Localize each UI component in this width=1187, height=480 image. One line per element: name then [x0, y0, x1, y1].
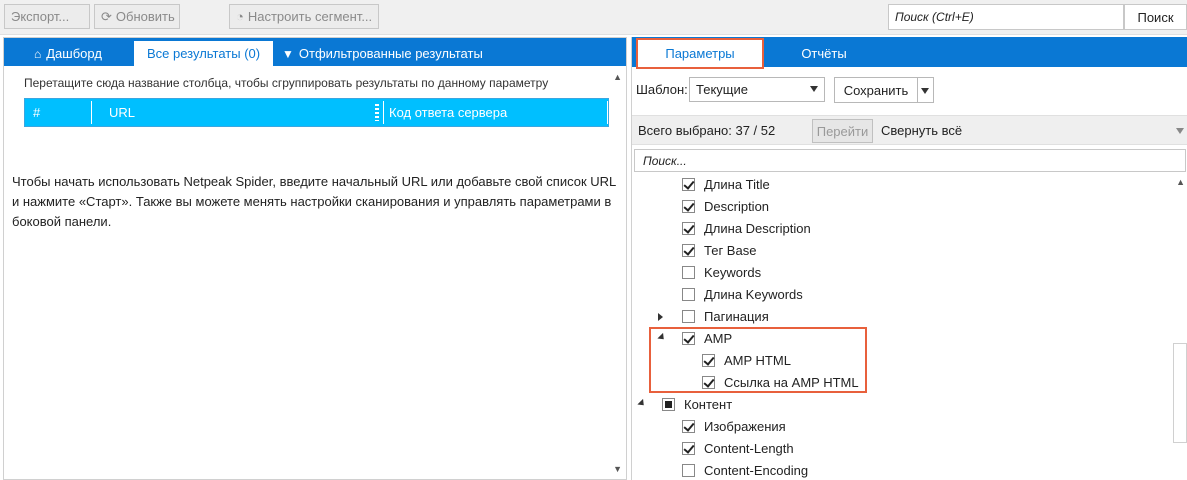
expand-arrow-icon[interactable]: [658, 313, 663, 321]
column-url-label: URL: [109, 105, 136, 120]
chevron-down-icon: [810, 86, 818, 92]
top-toolbar: Экспорт... ⟳ Обновить ◔ Настроить сегмен…: [0, 0, 1187, 35]
goto-label: Перейти: [816, 123, 869, 139]
filter-icon: ▼: [282, 46, 294, 61]
segment-button[interactable]: ◔ Настроить сегмент...: [229, 4, 379, 29]
tab-all-results[interactable]: Все результаты (0): [134, 41, 274, 66]
search-button-label: Поиск: [1137, 9, 1174, 25]
tree-item[interactable]: Длина Keywords: [632, 284, 1172, 306]
column-status-code-label: Код ответа сервера: [389, 105, 508, 120]
side-panel: Параметры Отчёты Шаблон: Текущие Сохрани…: [631, 37, 1187, 480]
search-input[interactable]: Поиск (Ctrl+E): [888, 4, 1124, 30]
home-icon: ⌂: [34, 46, 42, 61]
tree-item-label: Content-Encoding: [704, 463, 809, 478]
column-divider[interactable]: [607, 101, 608, 124]
tab-filtered-results-label: Отфильтрованные результаты: [298, 46, 483, 61]
parameter-checkbox[interactable]: [662, 398, 675, 411]
tab-reports-label: Отчёты: [801, 45, 847, 61]
tree-item[interactable]: Keywords: [632, 262, 1172, 284]
parameter-checkbox[interactable]: [682, 200, 695, 213]
tree-item-label: Keywords: [704, 265, 762, 280]
parameter-search-placeholder: Поиск...: [643, 153, 687, 168]
parameter-search-input[interactable]: Поиск...: [634, 149, 1186, 172]
tab-dashboard-label: Дашборд: [46, 46, 102, 61]
tree-item[interactable]: Изображения: [632, 416, 1172, 438]
template-row: Шаблон: Текущие Сохранить: [632, 77, 1187, 103]
tree-item[interactable]: Content-Length: [632, 438, 1172, 460]
tree-item-label: Пагинация: [704, 309, 769, 324]
table-header: # URL Код ответа сервера: [24, 98, 609, 127]
scroll-up-icon[interactable]: ▲: [613, 72, 622, 82]
tree-item[interactable]: Длина Description: [632, 218, 1172, 240]
filter-dropdown-icon[interactable]: [1176, 128, 1184, 134]
parameter-checkbox[interactable]: [682, 244, 695, 257]
collapse-arrow-icon[interactable]: [637, 398, 647, 409]
search-button[interactable]: Поиск: [1124, 4, 1187, 30]
parameters-tab-highlight: [636, 38, 764, 69]
collapse-all-link[interactable]: Свернуть всё: [881, 123, 962, 138]
search-placeholder: Поиск (Ctrl+E): [895, 10, 974, 24]
tree-item-label: Тег Base: [704, 243, 757, 258]
column-header-url[interactable]: URL: [109, 99, 135, 126]
parameter-checkbox[interactable]: [682, 266, 695, 279]
tab-dashboard[interactable]: ⌂ Дашборд: [34, 41, 102, 66]
tree-item-label: Description: [704, 199, 770, 214]
tree-item-label: Длина Description: [704, 221, 811, 236]
pie-chart-icon: ◔: [236, 9, 244, 24]
export-button[interactable]: Экспорт...: [4, 4, 90, 29]
amp-group-highlight: [649, 327, 867, 393]
tree-item[interactable]: Тег Base: [632, 240, 1172, 262]
template-label: Шаблон:: [636, 82, 688, 97]
column-divider[interactable]: [383, 101, 384, 124]
side-panel-tabs: Параметры Отчёты: [632, 37, 1187, 69]
scrollbar-thumb[interactable]: [1173, 343, 1187, 443]
column-divider[interactable]: [91, 101, 92, 124]
export-label: Экспорт...: [11, 9, 70, 24]
selection-row: Всего выбрано: 37 / 52 Перейти Свернуть …: [632, 115, 1187, 145]
refresh-button[interactable]: ⟳ Обновить: [94, 4, 180, 29]
parameter-checkbox[interactable]: [682, 178, 695, 191]
tree-item[interactable]: Description: [632, 196, 1172, 218]
tree-item-label: Длина Keywords: [704, 287, 803, 302]
tree-item-label: Контент: [684, 397, 733, 412]
scroll-up-icon[interactable]: ▲: [1176, 177, 1185, 187]
save-label: Сохранить: [843, 82, 909, 98]
refresh-label: Обновить: [115, 9, 175, 24]
tab-all-results-label: Все результаты (0): [147, 46, 261, 61]
tree-item-label: Длина Title: [704, 177, 770, 192]
parameter-checkbox[interactable]: [682, 288, 695, 301]
parameter-checkbox[interactable]: [682, 420, 695, 433]
tree-item[interactable]: Content-Encoding: [632, 460, 1172, 480]
tree-item[interactable]: Пагинация: [632, 306, 1172, 328]
tab-filtered-results[interactable]: ▼ Отфильтрованные результаты: [282, 41, 483, 66]
segment-label: Настроить сегмент...: [247, 9, 373, 24]
tree-item-label: Content-Length: [704, 441, 794, 456]
column-grip-icon[interactable]: [375, 104, 379, 121]
scroll-down-icon[interactable]: ▼: [613, 464, 622, 474]
template-value: Текущие: [696, 82, 748, 97]
results-tabs: ⌂ Дашборд Все результаты (0) ▼ Отфильтро…: [4, 38, 626, 66]
tree-item-label: Изображения: [704, 419, 786, 434]
empty-state-text: Чтобы начать использовать Netpeak Spider…: [12, 174, 616, 229]
refresh-icon: ⟳: [101, 8, 112, 24]
save-dropdown-button[interactable]: [918, 77, 934, 103]
column-number-label: #: [33, 105, 41, 120]
parameter-checkbox[interactable]: [682, 310, 695, 323]
save-button[interactable]: Сохранить: [834, 77, 918, 103]
parameter-checkbox[interactable]: [682, 222, 695, 235]
parameter-checkbox[interactable]: [682, 464, 695, 477]
results-panel: ⌂ Дашборд Все результаты (0) ▼ Отфильтро…: [3, 37, 627, 480]
selected-count: Всего выбрано: 37 / 52: [638, 123, 776, 138]
column-header-number[interactable]: #: [33, 99, 40, 126]
tree-item[interactable]: Длина Title: [632, 174, 1172, 196]
tab-reports[interactable]: Отчёты: [782, 39, 866, 67]
goto-button[interactable]: Перейти: [812, 119, 873, 143]
column-header-status-code[interactable]: Код ответа сервера: [389, 99, 507, 126]
tree-item[interactable]: Контент: [632, 394, 1172, 416]
parameter-checkbox[interactable]: [682, 442, 695, 455]
group-by-hint: Перетащите сюда название столбца, чтобы …: [24, 76, 549, 90]
template-select[interactable]: Текущие: [689, 77, 825, 102]
